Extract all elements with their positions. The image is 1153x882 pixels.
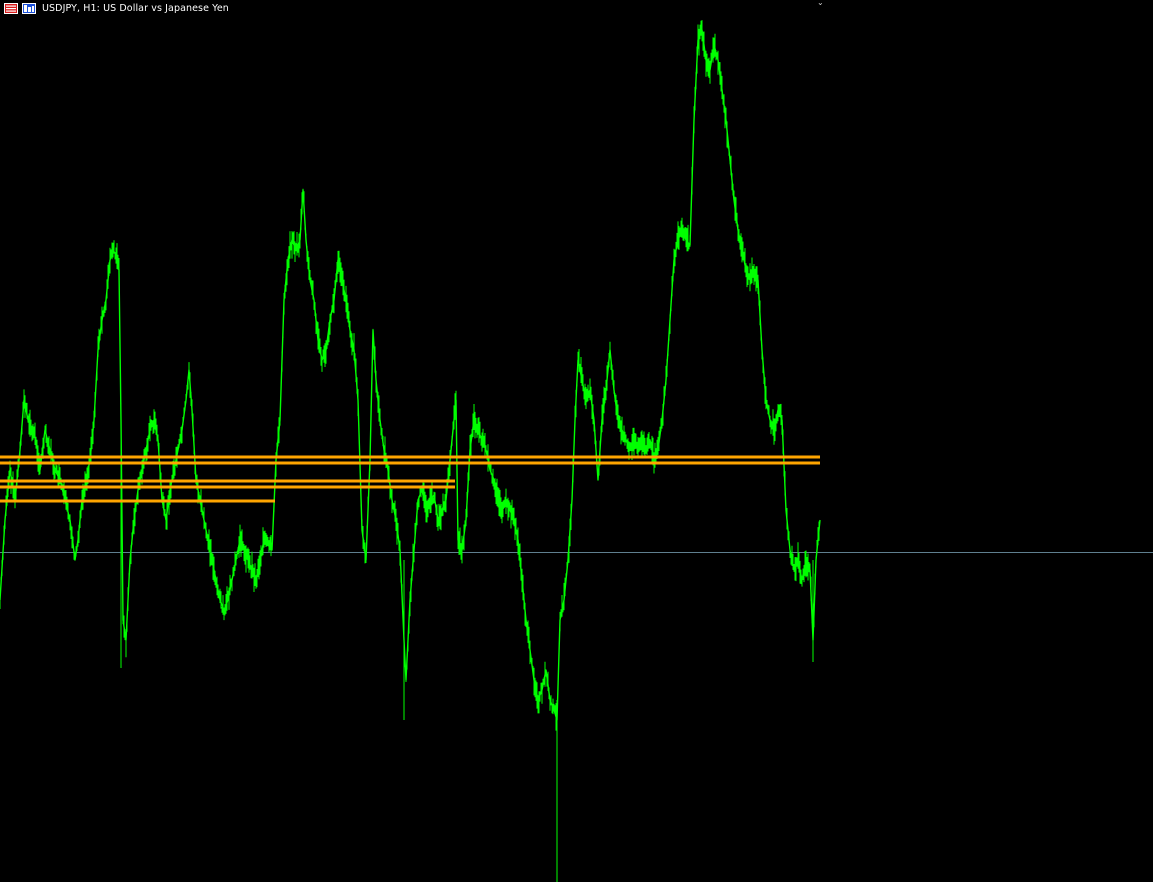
chart-header: USDJPY, H1: US Dollar vs Japanese Yen bbox=[4, 1, 229, 15]
menu-list-icon[interactable] bbox=[4, 2, 18, 14]
crosshair-marker-icon: ⌄ bbox=[817, 0, 824, 7]
chart-area[interactable]: USDJPY, H1: US Dollar vs Japanese Yen ⌄ bbox=[0, 0, 1153, 882]
chart-plot[interactable] bbox=[0, 0, 1153, 882]
chart-type-icon[interactable] bbox=[22, 2, 36, 14]
chart-title: USDJPY, H1: US Dollar vs Japanese Yen bbox=[42, 2, 229, 14]
